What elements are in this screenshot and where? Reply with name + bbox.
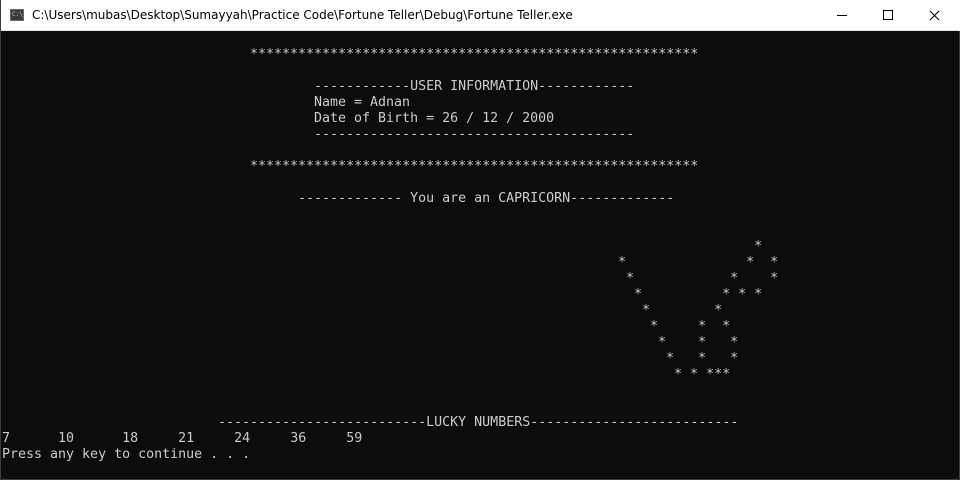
console-app-icon: C:\ xyxy=(10,9,24,21)
minimize-button[interactable] xyxy=(819,0,865,30)
capricorn-art-line: * * * xyxy=(618,351,739,366)
lucky-numbers: 7 10 18 21 24 36 59 xyxy=(2,431,363,446)
name-line: Name = Adnan xyxy=(314,95,411,110)
continue-prompt: Press any key to continue . . . xyxy=(2,447,251,462)
close-button[interactable] xyxy=(911,0,957,30)
console-window: C:\ C:\Users\mubas\Desktop\Sumayyah\Prac… xyxy=(0,0,960,480)
maximize-button[interactable] xyxy=(865,0,911,30)
user-info-footer: ---------------------------------------- xyxy=(314,127,635,142)
border-top: ****************************************… xyxy=(250,47,699,62)
lucky-numbers-header: --------------------------LUCKY NUMBERS-… xyxy=(218,415,739,430)
title-bar[interactable]: C:\ C:\Users\mubas\Desktop\Sumayyah\Prac… xyxy=(1,0,960,31)
zodiac-sign-line: ------------- You are an CAPRICORN------… xyxy=(298,191,675,206)
user-info-header: ------------USER INFORMATION------------ xyxy=(314,79,635,94)
capricorn-art-line: * * * xyxy=(618,335,739,350)
capricorn-art-line: * * * * xyxy=(618,287,763,302)
capricorn-art-line: * * *** xyxy=(618,367,731,382)
capricorn-art-line: * xyxy=(618,239,763,254)
capricorn-art-line: * * xyxy=(618,303,723,318)
window-title: C:\Users\mubas\Desktop\Sumayyah\Practice… xyxy=(32,8,573,22)
dob-line: Date of Birth = 26 / 12 / 2000 xyxy=(314,111,555,126)
console-output[interactable]: ****************************************… xyxy=(2,31,959,479)
capricorn-art-line: * * * xyxy=(618,255,779,270)
border-bottom: ****************************************… xyxy=(250,159,699,174)
capricorn-art-line: * * * xyxy=(618,271,779,286)
capricorn-art-line: * * * xyxy=(618,319,731,334)
